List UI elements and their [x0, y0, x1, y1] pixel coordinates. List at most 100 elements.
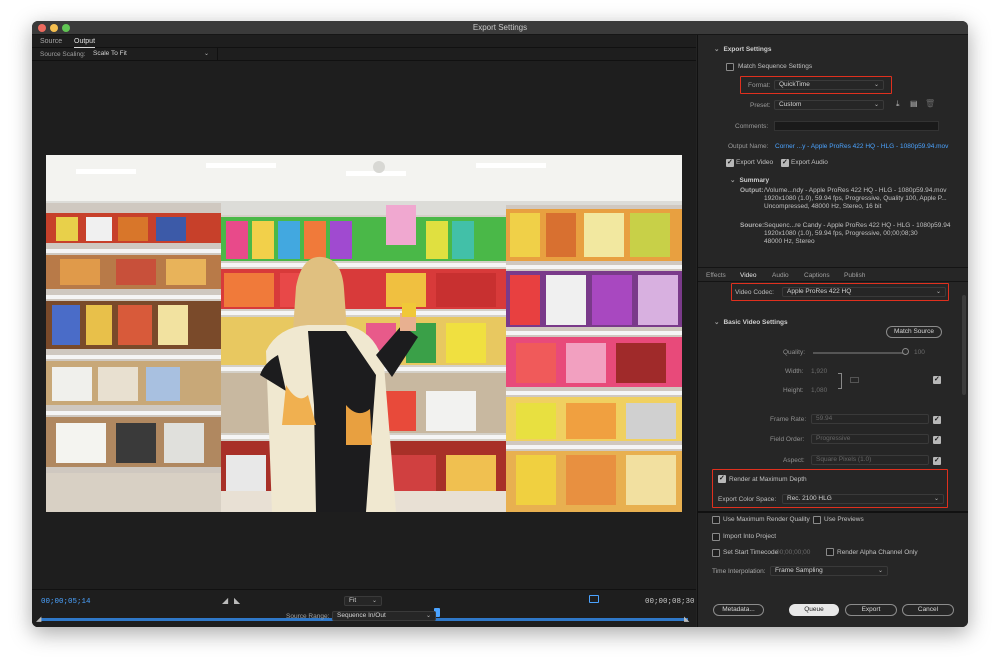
mark-in-icon[interactable]: ◢ — [222, 596, 228, 605]
export-audio-checkbox[interactable] — [781, 158, 789, 167]
use-previews-checkbox[interactable] — [813, 516, 821, 524]
cancel-button[interactable]: Cancel — [902, 604, 954, 616]
render-max-depth-checkbox[interactable] — [718, 474, 726, 483]
aspect-ratio-icon[interactable] — [589, 595, 599, 603]
quality-label: Quality: — [783, 349, 806, 356]
collapse-caret-icon: ⌄ — [714, 319, 720, 326]
delete-preset-icon[interactable]: 🗑 — [925, 99, 935, 108]
quality-slider-handle[interactable] — [902, 348, 909, 355]
video-codec-dropdown[interactable]: Apple ProRes 422 HQ ⌄ — [782, 287, 946, 297]
frame-rate-dropdown[interactable]: 59.94 — [811, 414, 929, 424]
timeline-bar: 00;00;05;14 ◢ ◣ Fit ⌄ 00;00;08;30 ◢ ◣ — [32, 589, 696, 627]
import-project-label: Import Into Project — [723, 533, 777, 540]
zoom-window-button[interactable] — [62, 24, 70, 32]
import-preset-icon[interactable]: ▤ — [910, 99, 918, 108]
preset-value: Custom — [779, 101, 802, 108]
time-interpolation-dropdown[interactable]: Frame Sampling ⌄ — [770, 566, 888, 576]
end-timecode: 00;00;08;30 — [645, 598, 695, 606]
source-range-value: Sequence In/Out — [337, 612, 386, 619]
queue-button[interactable]: Queue — [789, 604, 839, 616]
frame-rate-checkbox[interactable] — [933, 415, 941, 424]
settings-scrollbar[interactable] — [962, 295, 966, 395]
export-color-space-dropdown[interactable]: Rec. 2100 HLG ⌄ — [782, 494, 944, 504]
basic-video-settings-header[interactable]: ⌄ Basic Video Settings — [714, 318, 788, 326]
match-sequence-checkbox[interactable] — [726, 63, 734, 71]
aspect-checkbox[interactable] — [933, 456, 941, 465]
tab-effects[interactable]: Effects — [706, 272, 726, 279]
match-source-button[interactable]: Match Source — [886, 326, 942, 338]
height-label: Height: — [783, 387, 804, 394]
preset-dropdown[interactable]: Custom ⌄ — [774, 100, 884, 110]
summary-output-label: Output: — [740, 187, 764, 194]
metadata-button[interactable]: Metadata... — [713, 604, 764, 616]
chain-link-icon[interactable] — [850, 377, 859, 383]
chevron-down-icon: ⌄ — [935, 289, 941, 295]
zoom-value: Fit — [349, 597, 357, 604]
settings-panel: ⌄ Export Settings Match Sequence Settings… — [697, 35, 968, 627]
render-alpha-checkbox[interactable] — [826, 548, 834, 556]
link-bracket-icon — [838, 373, 842, 389]
start-tc-value[interactable]: 00;00;00;00 — [776, 549, 810, 556]
close-window-button[interactable] — [38, 24, 46, 32]
time-interpolation-value: Frame Sampling — [775, 567, 823, 574]
source-scaling-value: Scale To Fit — [93, 50, 127, 57]
zoom-dropdown[interactable]: Fit ⌄ — [344, 596, 382, 606]
save-preset-icon[interactable]: ⤓ — [896, 99, 900, 109]
summary-source-line: Sequenc...re Candy - Apple ProRes 422 HQ… — [764, 222, 951, 229]
export-video-label: Export Video — [736, 159, 774, 166]
tab-publish[interactable]: Publish — [844, 272, 865, 279]
max-render-quality-label: Use Maximum Render Quality — [723, 516, 810, 523]
chevron-down-icon: ⌄ — [873, 102, 879, 108]
summary-source-label: Source: — [740, 222, 765, 229]
field-order-dropdown[interactable]: Progressive — [811, 434, 929, 444]
comments-label: Comments: — [735, 123, 769, 130]
tab-captions[interactable]: Captions — [804, 272, 830, 279]
chevron-down-icon: ⌄ — [873, 82, 879, 88]
summary-heading: Summary — [739, 177, 770, 184]
tab-audio[interactable]: Audio — [772, 272, 789, 279]
use-previews-label: Use Previews — [824, 516, 864, 523]
time-interpolation-label: Time Interpolation: — [712, 568, 766, 575]
collapse-caret-icon: ⌄ — [730, 177, 736, 184]
aspect-dropdown[interactable]: Square Pixels (1.0) — [811, 455, 929, 465]
max-render-quality-checkbox[interactable] — [712, 516, 720, 524]
aspect-label: Aspect: — [783, 457, 805, 464]
frame-rate-label: Frame Rate: — [770, 416, 807, 423]
source-scaling-dropdown[interactable]: Scale To Fit ⌄ — [88, 49, 214, 59]
field-order-value: Progressive — [816, 435, 851, 442]
export-video-checkbox[interactable] — [726, 158, 734, 167]
out-point-icon[interactable]: ◣ — [684, 615, 689, 623]
chevron-down-icon: ⌄ — [371, 598, 377, 604]
in-point-icon[interactable]: ◢ — [36, 615, 41, 623]
summary-output-line: 1920x1080 (1.0), 59.94 fps, Progressive,… — [764, 195, 947, 202]
field-order-label: Field Order: — [770, 436, 805, 443]
tab-output[interactable]: Output — [74, 35, 96, 48]
width-value[interactable]: 1,920 — [811, 368, 827, 375]
summary-header[interactable]: ⌄ Summary — [730, 176, 769, 184]
export-button[interactable]: Export — [845, 604, 897, 616]
preset-label: Preset: — [750, 102, 771, 109]
output-name-link[interactable]: Corner ...y - Apple ProRes 422 HQ - HLG … — [775, 143, 948, 150]
source-range-dropdown[interactable]: Sequence In/Out ⌄ — [332, 611, 436, 621]
current-timecode[interactable]: 00;00;05;14 — [41, 598, 91, 606]
comments-input[interactable] — [774, 121, 939, 131]
minimize-window-button[interactable] — [50, 24, 58, 32]
tab-source[interactable]: Source — [40, 35, 62, 48]
export-audio-label: Export Audio — [791, 159, 828, 166]
export-settings-header[interactable]: ⌄ Export Settings — [714, 45, 772, 53]
import-project-checkbox[interactable] — [712, 533, 720, 541]
format-dropdown[interactable]: QuickTime ⌄ — [774, 80, 884, 90]
mark-out-icon[interactable]: ◣ — [234, 596, 240, 605]
chevron-down-icon: ⌄ — [933, 496, 939, 502]
video-codec-value: Apple ProRes 422 HQ — [787, 288, 852, 295]
resolution-checkbox[interactable] — [933, 375, 941, 384]
frame-rate-value: 59.94 — [816, 415, 833, 422]
height-value[interactable]: 1,080 — [811, 387, 827, 394]
quality-slider[interactable] — [813, 352, 903, 354]
set-start-tc-checkbox[interactable] — [712, 549, 720, 557]
summary-output-line: Uncompressed, 48000 Hz, Stereo, 16 bit — [764, 203, 882, 210]
chevron-down-icon: ⌄ — [203, 51, 209, 57]
summary-source-line: 48000 Hz, Stereo — [764, 238, 815, 245]
field-order-checkbox[interactable] — [933, 435, 941, 444]
render-max-depth-label: Render at Maximum Depth — [729, 476, 807, 483]
